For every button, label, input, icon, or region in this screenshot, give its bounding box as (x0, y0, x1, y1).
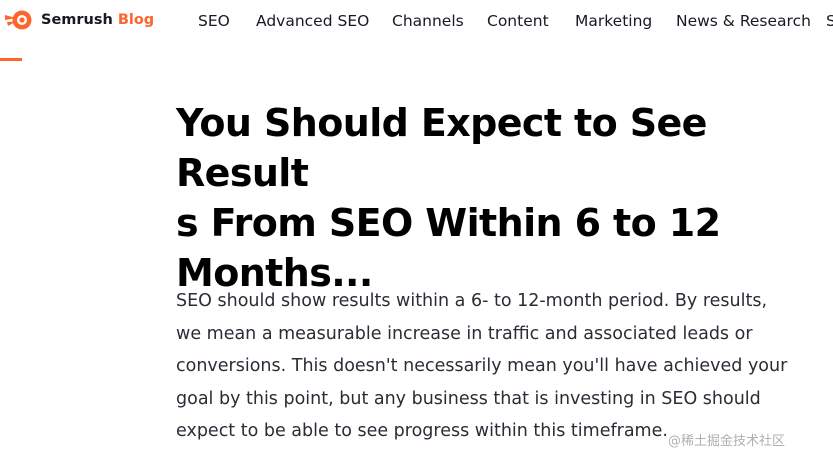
watermark: @稀土掘金技术社区 (668, 434, 786, 449)
nav-item-seo[interactable]: SEO (198, 12, 230, 30)
nav-item-marketing[interactable]: Marketing (575, 12, 652, 30)
top-navigation-bar: Semrush Blog SEO Advanced SEO Channels C… (0, 0, 833, 50)
paragraph-line: goal by this point, but any business tha… (176, 388, 761, 409)
title-line: You Should Expect to See Result (176, 101, 707, 195)
nav-item-channels[interactable]: Channels (392, 12, 464, 30)
article-paragraph: SEO should show results within a 6- to 1… (176, 285, 831, 448)
title-line: s From SEO Within 6 to 12 (176, 201, 721, 245)
nav-item-truncated[interactable]: S (826, 12, 833, 30)
nav-item-news-research[interactable]: News & Research (676, 12, 811, 30)
paragraph-line: expect to be able to see progress within… (176, 421, 668, 441)
nav-item-content[interactable]: Content (487, 12, 549, 30)
main-nav: SEO Advanced SEO Channels Content Market… (0, 12, 833, 34)
nav-item-advanced-seo[interactable]: Advanced SEO (256, 12, 369, 30)
paragraph-line: we mean a measurable increase in traffic… (176, 323, 753, 344)
paragraph-line: SEO should show results within a 6- to 1… (176, 291, 768, 311)
article-title: You Should Expect to See Result s From S… (176, 98, 833, 298)
paragraph-line: conversions. This doesn't necessarily me… (176, 356, 788, 376)
active-nav-underline (0, 58, 22, 61)
